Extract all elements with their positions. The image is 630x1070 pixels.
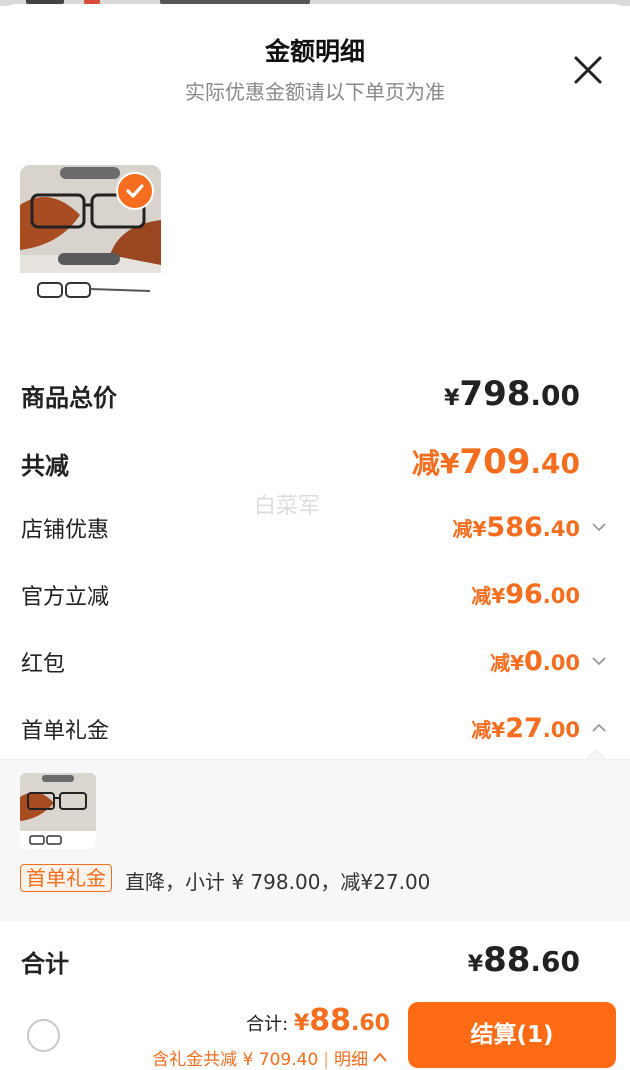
footer-detail-link[interactable]: 明细 — [334, 1050, 368, 1070]
total-discount-value: 减¥709.40 — [411, 442, 580, 482]
footer-discount-summary[interactable]: 含礼金共减 ¥ 709.40 | 明细 — [152, 1045, 388, 1070]
discount-row-redpacket[interactable]: 红包 减¥0.00 — [0, 642, 630, 682]
footer-discount-text: 含礼金共减 ¥ 709.40 — [152, 1050, 319, 1070]
discount-row-first-order[interactable]: 首单礼金 减¥27.00 — [0, 709, 630, 749]
chevron-down-icon[interactable] — [590, 652, 608, 670]
grand-total-label: 合计 — [21, 950, 69, 978]
discount-row-official: 官方立减 减¥96.00 — [0, 575, 630, 615]
sheet-title: 金额明细 — [264, 37, 365, 66]
footer-separator: | — [323, 1050, 329, 1070]
discount-value: 减¥27.00 — [471, 713, 580, 744]
discount-value: 减¥586.40 — [452, 512, 581, 543]
close-button[interactable] — [566, 48, 610, 92]
panel-pointer — [586, 749, 606, 760]
discount-label: 官方立减 — [21, 585, 110, 610]
discount-value: 减¥0.00 — [490, 646, 580, 677]
total-discount-row: 共减 减¥709.40 — [0, 442, 630, 482]
chevron-up-icon[interactable] — [590, 719, 608, 737]
footer-total: 合计: ¥88.60 — [246, 1003, 390, 1038]
discount-label: 店铺优惠 — [21, 518, 110, 543]
discount-row-store[interactable]: 店铺优惠 减¥586.40 — [0, 508, 630, 548]
total-price-value: ¥798.00 — [444, 374, 580, 414]
discount-label: 首单礼金 — [21, 719, 110, 744]
first-order-gift-tag: 首单礼金 — [20, 864, 112, 892]
chevron-up-icon[interactable] — [372, 1051, 388, 1063]
select-all-radio[interactable] — [27, 1019, 60, 1052]
discount-label: 红包 — [21, 652, 66, 677]
total-price-label: 商品总价 — [21, 384, 117, 412]
total-discount-label: 共减 — [21, 452, 69, 480]
checkout-button[interactable]: 结算(1) — [408, 1002, 616, 1068]
first-order-detail-text: 直降，小计 ¥ 798.00，减¥27.00 — [125, 870, 431, 894]
detail-product-image — [20, 773, 96, 849]
selected-check-icon[interactable] — [116, 172, 154, 210]
total-price-row: 商品总价 ¥798.00 — [0, 374, 630, 414]
sheet-subtitle: 实际优惠金额请以下单页为准 — [185, 80, 445, 104]
close-icon — [574, 56, 602, 84]
discount-value: 减¥96.00 — [471, 579, 580, 610]
grand-total-row: 合计 ¥88.60 — [0, 940, 630, 980]
grand-total-value: ¥88.60 — [467, 940, 580, 980]
chevron-down-icon[interactable] — [590, 518, 608, 536]
